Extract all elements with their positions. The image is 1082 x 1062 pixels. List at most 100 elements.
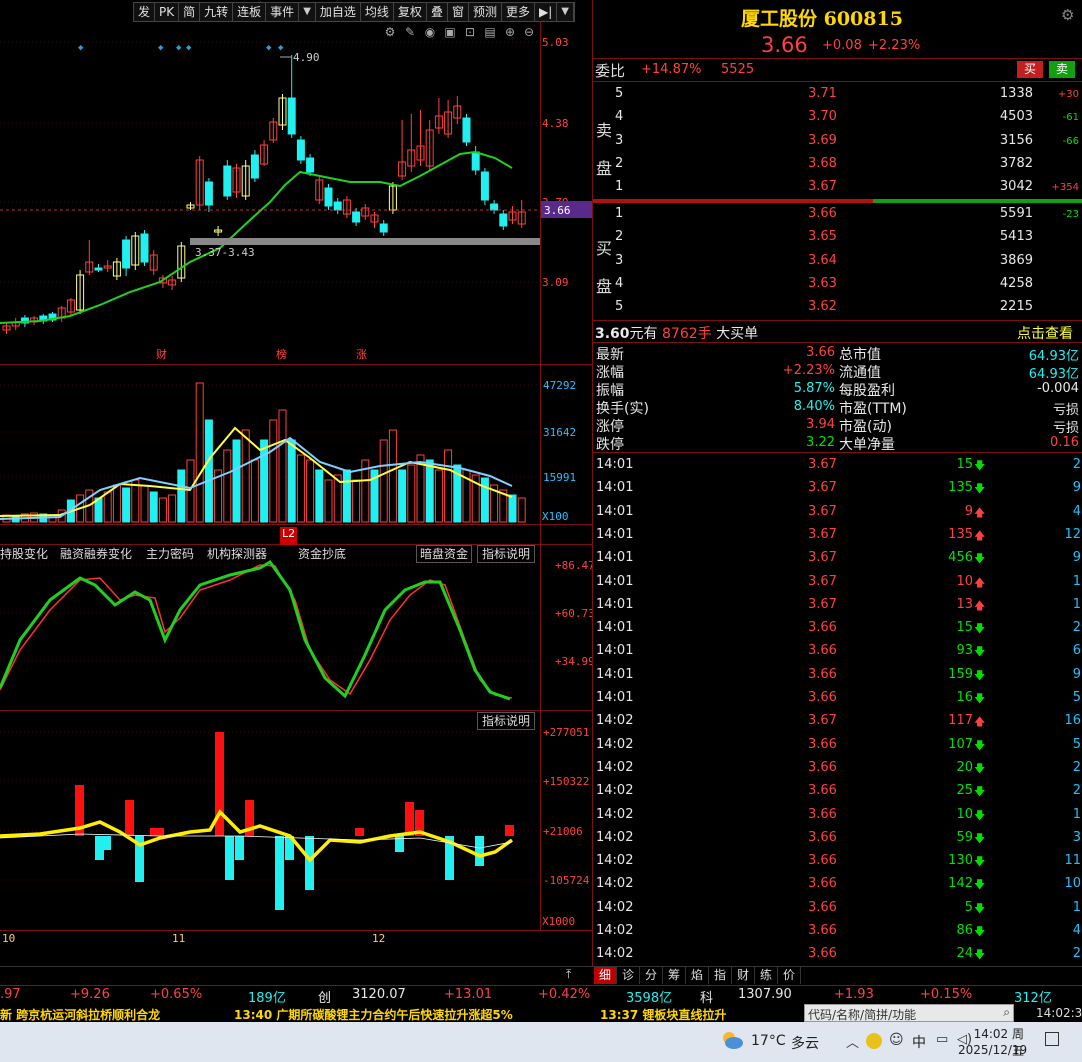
tray-user-icon[interactable]: ☺ [889,1032,904,1048]
bid-row[interactable]: 1 3.66 5591 -23 [593,203,1082,226]
volume-bar [296,454,305,523]
price-axis-label: 5.03 [542,36,569,49]
tray-chevron-icon[interactable]: ︿ [846,1032,859,1051]
tray-app-icon[interactable] [866,1033,882,1049]
tick-time: 14:02 [596,759,634,775]
volume-bar [517,497,526,523]
right-tab-8[interactable]: 价 [778,967,801,984]
volume-axis-label: 47292 [543,379,576,392]
indicator-tab-4[interactable]: 机构探测器 [207,545,267,563]
right-tab-3[interactable]: 筹 [663,967,686,984]
tick-price: 3.67 [808,526,837,542]
flow-axis-label: +150322 [543,775,589,788]
event-marker: 榜 [276,347,287,361]
buy-button[interactable]: 买 [1017,61,1043,78]
search-box[interactable]: 代码/名称/简拼/功能 ⌕ [804,1004,1014,1022]
flow-bar [155,828,164,836]
tick-price: 3.66 [808,759,837,775]
volume-bar [278,409,287,523]
indicator-help-button-2[interactable]: 指标说明 [477,712,535,730]
right-tab-4[interactable]: 焰 [686,967,709,984]
ask-row[interactable]: 1 3.67 3042 +354 [593,176,1082,199]
news-ticker[interactable]: 新 跨京杭运河斜拉桥顺利合龙 13:40 广期所碳酸锂主力合约午后快速拉升涨超5%… [0,1004,800,1022]
indicator-help-button[interactable]: 指标说明 [477,545,535,563]
indicator-tab-2[interactable]: 融资融券变化 [60,545,132,563]
taskbar-date[interactable]: 2025/12/19 [958,1043,1027,1057]
arrow-down-icon: 🡇 [974,761,986,775]
tick-row: 14:01 3.67 13 🡅 1 [593,595,1082,618]
ask-row[interactable]: 5 3.71 1338 +30 [593,83,1082,106]
indicator-tab-1[interactable]: 持股变化 [0,545,48,563]
kline-chart-area[interactable]: 5.034.383.703.093.664.903.37-3.43财榜涨1011… [0,0,592,966]
ask-level: 5 [615,86,624,101]
right-tab-5[interactable]: 指 [709,967,732,984]
stat-value: 8.40% [793,398,835,414]
bid-row[interactable]: 3 3.64 3869 [593,250,1082,273]
indicator-tab-6[interactable]: 资金抄底 [298,545,346,563]
index-ticker[interactable]: .97 +9.26 +0.65% 189亿创 3120.07 +13.01 +0.42% 35… [0,985,1082,1006]
search-input[interactable]: 代码/名称/简拼/功能 [808,1006,916,1023]
tick-count: 2 [1072,457,1081,472]
big-order-bar[interactable]: 3.60元有 8762手 大买单 [595,323,758,343]
ask-row[interactable]: 3 3.69 3156 -66 [593,130,1082,153]
tick-count: 3 [1072,829,1081,845]
network-icon[interactable]: ▭ [936,1032,948,1047]
tick-time: 14:02 [596,946,634,962]
tick-price: 3.66 [808,666,837,682]
news-item[interactable]: 13:37 锂板块直线拉升 [600,1006,726,1023]
ask-change: +30 [1057,89,1079,100]
bid-price: 3.65 [808,229,837,245]
scroll-top-icon[interactable]: ⤒ [566,967,571,982]
indicator-tab-3[interactable]: 主力密码 [146,545,194,563]
indicator-axis-label: +86.47 [555,559,592,572]
volume-bar [306,459,315,523]
right-tab-2[interactable]: 分 [640,967,663,984]
tick-volume: 13 [956,596,973,612]
volume-bar [140,485,149,523]
tick-count: 1 [1072,573,1081,589]
diamond-marker: ◆ [278,43,284,53]
ime-indicator[interactable]: 中 [912,1032,926,1052]
tick-price: 3.67 [808,550,837,566]
bid-price: 3.64 [808,252,837,268]
settings-gear-icon[interactable]: ⚙ [1061,6,1074,24]
sell-button[interactable]: 卖 [1049,61,1075,78]
volume-bar [379,439,388,523]
flow-axis-label: +21006 [543,825,583,838]
tick-row: 14:02 3.66 130 🡇 11 [593,851,1082,874]
current-price-label: 3.66 [544,204,571,217]
right-tab-7[interactable]: 练 [755,967,778,984]
volume-bar [223,449,232,523]
bid-row[interactable]: 2 3.65 5413 [593,226,1082,249]
right-tab-6[interactable]: 财 [732,967,755,984]
right-tab-0[interactable]: 细 [594,967,617,984]
tick-row: 14:01 3.67 135 🡇 9 [593,478,1082,501]
news-item[interactable]: 新 跨京杭运河斜拉桥顺利合龙 [0,1006,160,1023]
volume-bar [434,469,443,523]
weather-temp[interactable]: 17°C [751,1033,786,1049]
ask-row[interactable]: 2 3.68 3782 [593,153,1082,176]
anpan-button[interactable]: 暗盘资金 [416,545,472,563]
bid-row[interactable]: 4 3.63 4258 [593,273,1082,296]
high-label: 4.90 [293,51,320,64]
tick-volume: 456 [948,550,973,566]
tick-row: 14:01 3.66 15 🡇 2 [593,618,1082,641]
arrow-up-icon: 🡅 [974,505,986,519]
tick-time: 14:01 [596,457,634,472]
notification-icon[interactable] [1045,1032,1059,1046]
candle-body [379,223,388,233]
arrow-down-icon: 🡇 [974,622,986,636]
bid-level: 5 [615,299,624,315]
arrow-down-icon: 🡇 [974,855,986,869]
news-item[interactable]: 13:40 广期所碳酸锂主力合约午后快速拉升涨超5% [234,1006,513,1023]
view-link[interactable]: 点击查看 [1017,323,1073,343]
search-icon[interactable]: ⌕ [1003,1005,1010,1020]
ask-volume: 4503 [999,109,1033,125]
bid-row[interactable]: 5 3.62 2215 [593,296,1082,319]
ask-row[interactable]: 4 3.70 4503 -61 [593,106,1082,129]
weather-desc[interactable]: 多云 [791,1033,819,1053]
ask-level: 2 [615,155,624,171]
arrow-down-icon: 🡇 [974,785,986,799]
ask-level: 4 [615,109,624,125]
right-tab-1[interactable]: 诊 [617,967,640,984]
